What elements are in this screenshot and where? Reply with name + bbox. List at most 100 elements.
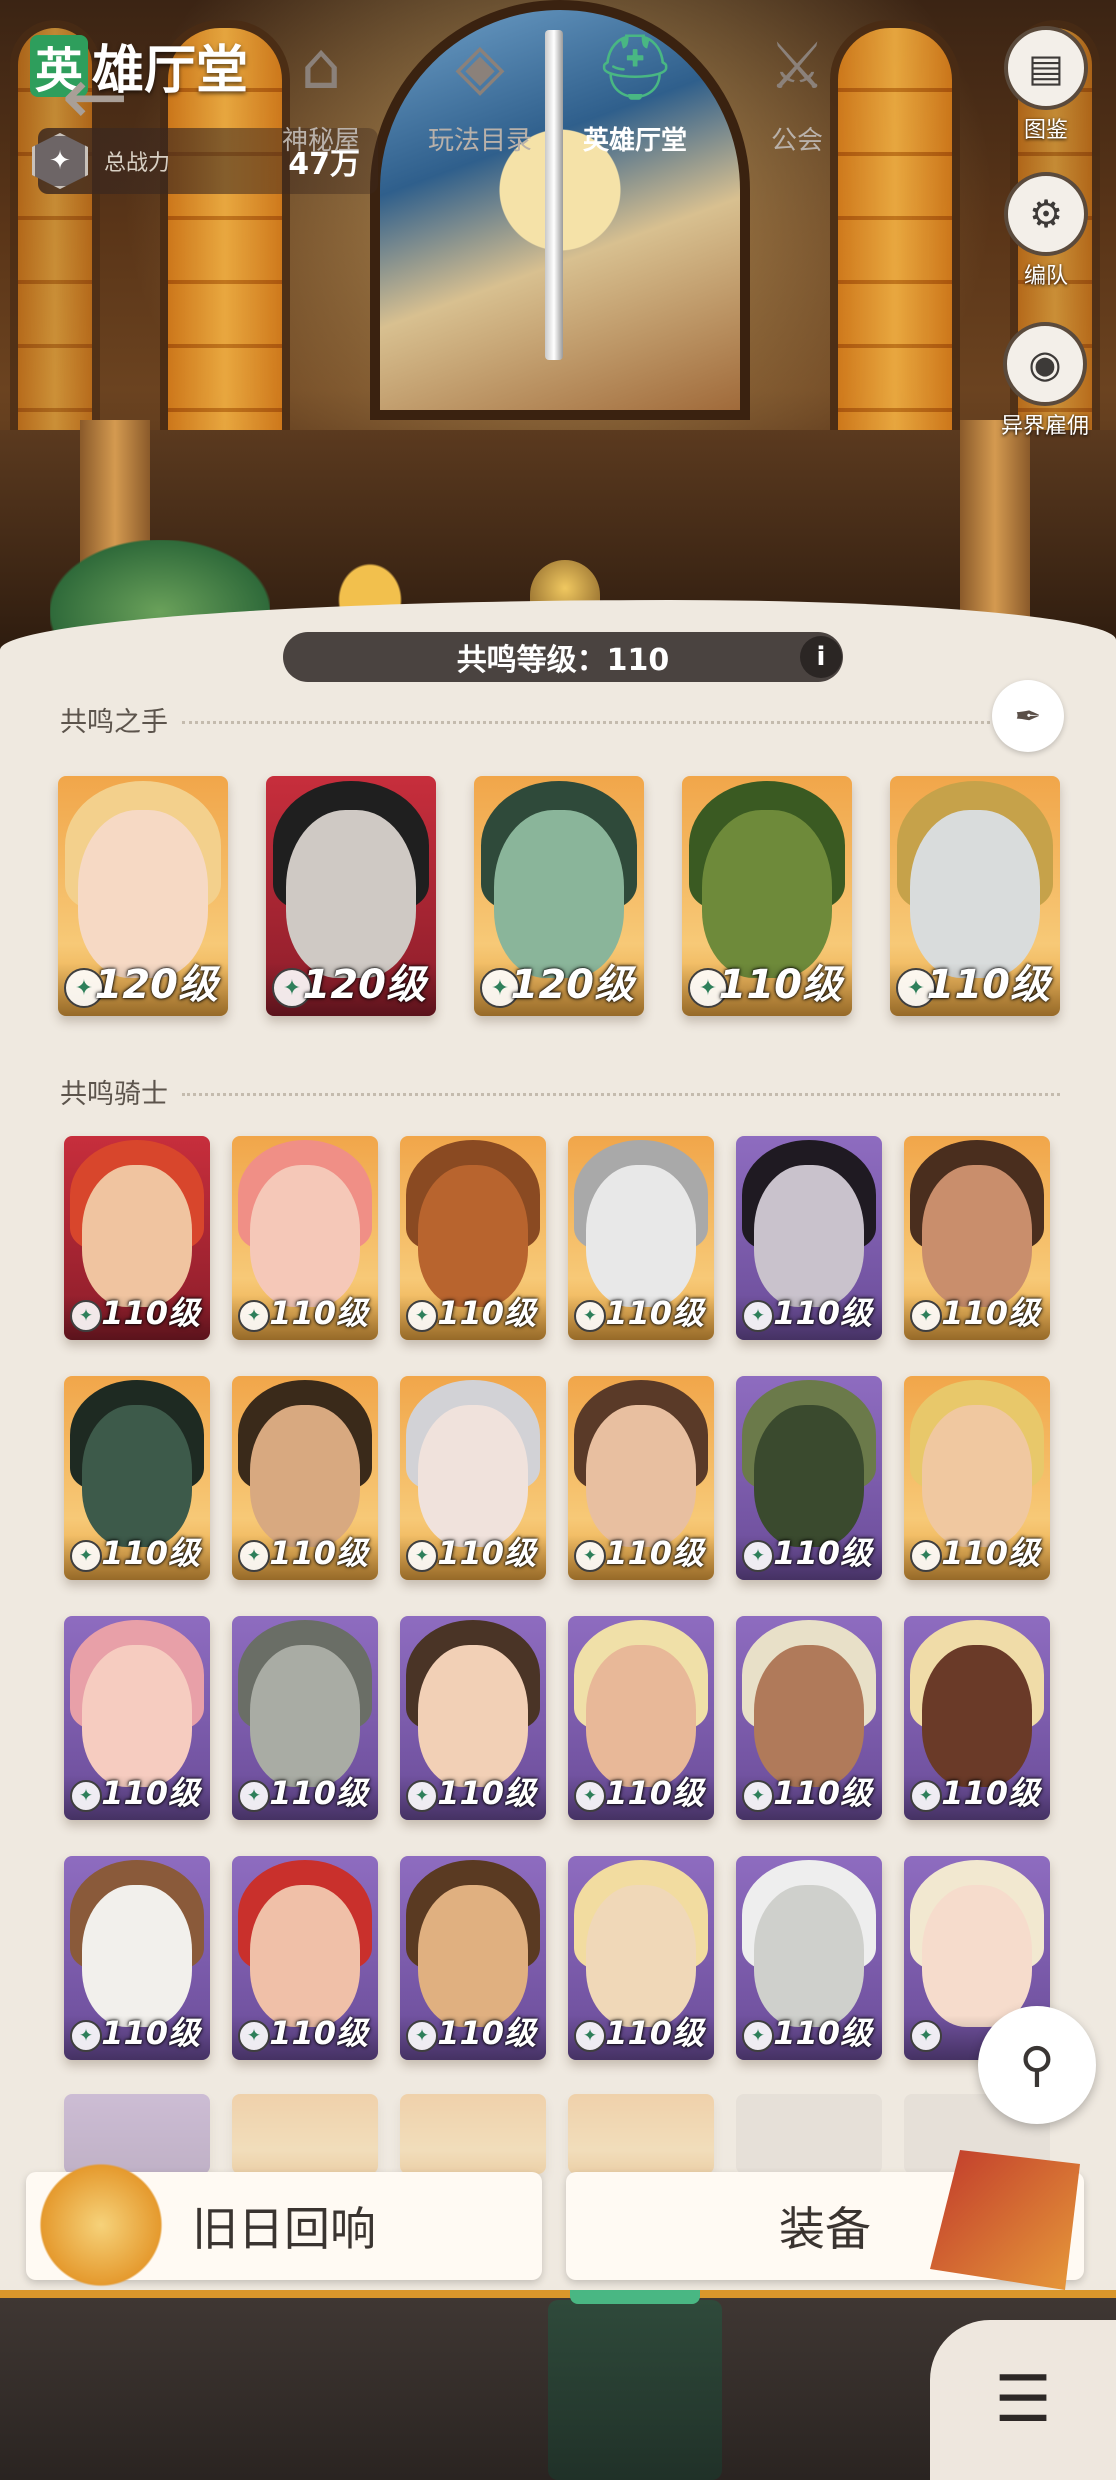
hero-level: 110级 <box>941 1294 1040 1332</box>
hero-portrait <box>753 1164 865 1308</box>
hero-level: 110级 <box>269 1534 368 1572</box>
hero-portrait <box>81 1404 193 1548</box>
hero-level: 120级 <box>510 962 635 1008</box>
class-icon: ✦ <box>238 2020 270 2052</box>
hero-card[interactable]: ✦ 110级 <box>736 1856 882 2060</box>
hire-button[interactable]: ◉ 异界雇佣 <box>990 322 1100 440</box>
hero-card[interactable]: ✦ 110级 <box>400 1616 546 1820</box>
class-icon: ✦ <box>910 1540 942 1572</box>
hero-card[interactable]: ✦ 110级 <box>232 1856 378 2060</box>
class-icon: ✦ <box>574 1540 606 1572</box>
hero-card[interactable]: ✦ 110级 <box>64 1856 210 2060</box>
hero-card[interactable]: ✦ 110级 <box>568 1376 714 1580</box>
menu-icon[interactable]: ☰ <box>930 2320 1116 2480</box>
book-icon: ▤ <box>1004 26 1088 110</box>
hero-level: 110级 <box>437 2014 536 2052</box>
hire-label: 异界雇佣 <box>1000 414 1089 439</box>
hero-card[interactable]: ✦ 110级 <box>232 1136 378 1340</box>
info-icon[interactable]: i <box>800 636 842 678</box>
hero-card[interactable]: ✦ 110级 <box>400 1376 546 1580</box>
hero-card[interactable]: ✦ 110级 <box>736 1376 882 1580</box>
section-hands-label: 共鸣之手 <box>60 707 168 738</box>
hero-level: 110级 <box>269 1774 368 1812</box>
codex-label: 图鉴 <box>1023 118 1068 143</box>
class-icon: ✦ <box>70 2020 102 2052</box>
power-label: 总战力 <box>104 151 171 176</box>
class-icon: ✦ <box>406 1300 438 1332</box>
back-button[interactable]: ← <box>30 50 160 143</box>
hero-level: 110级 <box>718 962 843 1008</box>
hero-level: 110级 <box>437 1774 536 1812</box>
filter-icon[interactable]: ⚲ <box>978 2006 1096 2124</box>
hero-card[interactable]: ✦ 110级 <box>736 1136 882 1340</box>
hero-card[interactable]: ✦ 110级 <box>400 1136 546 1340</box>
class-icon: ✦ <box>910 1780 942 1812</box>
nav-hero-hall[interactable]: ⛑ 英雄厅堂 <box>560 30 710 157</box>
class-icon: ✦ <box>574 2020 606 2052</box>
hero-card[interactable]: ✦ 110级 <box>232 1616 378 1820</box>
nav-label: 公会 <box>770 126 823 156</box>
codex-button[interactable]: ▤ 图鉴 <box>1002 26 1090 144</box>
hero-card-placeholder <box>232 2094 378 2174</box>
hero-card[interactable]: ✦ 120级 <box>58 776 228 1016</box>
hero-card[interactable]: ✦ 110级 <box>568 1136 714 1340</box>
hero-card[interactable]: ✦ 110级 <box>890 776 1060 1016</box>
hero-level: 110级 <box>101 1774 200 1812</box>
class-icon: ✦ <box>70 1540 102 1572</box>
hero-card[interactable]: ✦ 120级 <box>474 776 644 1016</box>
hero-card[interactable]: ✦ 110级 <box>64 1376 210 1580</box>
hero-card[interactable]: ✦ 110级 <box>568 1856 714 2060</box>
hero-portrait <box>585 1404 697 1548</box>
hero-portrait <box>921 1164 1033 1308</box>
diamond-grid-icon: ◈ <box>455 30 505 104</box>
hero-level: 110级 <box>605 1534 704 1572</box>
hire-icon: ◉ <box>1003 322 1087 406</box>
hero-card[interactable]: ✦ 110级 <box>904 1376 1050 1580</box>
nav-guild[interactable]: ⚔ 公会 <box>722 30 872 157</box>
hero-level: 110级 <box>773 2014 872 2052</box>
divider <box>182 1093 1060 1096</box>
hero-level: 110级 <box>926 962 1051 1008</box>
formation-label: 编队 <box>1023 264 1068 289</box>
hero-card[interactable]: ✦ 110级 <box>568 1616 714 1820</box>
section-knights-title: 共鸣骑士 <box>60 1072 1060 1111</box>
section-knights-label: 共鸣骑士 <box>60 1079 168 1110</box>
hero-card[interactable]: ✦ 120级 <box>266 776 436 1016</box>
formation-button[interactable]: ⚙ 编队 <box>1002 172 1090 290</box>
class-icon: ✦ <box>742 2020 774 2052</box>
hero-level: 110级 <box>269 2014 368 2052</box>
class-icon: ✦ <box>742 1780 774 1812</box>
hero-portrait <box>81 1884 193 2028</box>
hero-level: 120级 <box>94 962 219 1008</box>
hero-portrait <box>417 1644 529 1788</box>
hero-portrait <box>921 1884 1033 2028</box>
hero-card[interactable]: ✦ 110级 <box>736 1616 882 1820</box>
hero-card[interactable]: ✦ 110级 <box>904 1136 1050 1340</box>
nav-gameplay-catalog[interactable]: ◈ 玩法目录 <box>405 30 555 157</box>
class-icon: ✦ <box>910 2020 942 2052</box>
class-icon: ✦ <box>406 2020 438 2052</box>
back-arrow-icon: ← <box>61 50 129 143</box>
hero-card[interactable]: ✦ 110级 <box>682 776 852 1016</box>
hero-portrait <box>753 1404 865 1548</box>
hero-card[interactable]: ✦ 110级 <box>904 1616 1050 1820</box>
team-gear-icon: ⚙ <box>1004 172 1088 256</box>
nav-active-indicator <box>570 2290 700 2304</box>
nav-label: 玩法目录 <box>427 126 532 156</box>
helmet-icon: ⛑ <box>594 31 676 105</box>
section-hands-title: 共鸣之手 <box>60 700 990 739</box>
hero-level: 110级 <box>437 1294 536 1332</box>
class-icon: ✦ <box>574 1780 606 1812</box>
hero-level: 110级 <box>941 1534 1040 1572</box>
hero-portrait <box>417 1404 529 1548</box>
hero-card[interactable]: ✦ 110级 <box>232 1376 378 1580</box>
quill-icon[interactable]: ✒ <box>992 680 1064 752</box>
hero-level: 110级 <box>773 1774 872 1812</box>
hero-card[interactable]: ✦ 110级 <box>64 1616 210 1820</box>
nav-mystery-house[interactable]: ⌂ 神秘屋 <box>246 30 396 157</box>
class-icon: ✦ <box>742 1540 774 1572</box>
hero-card[interactable]: ✦ 110级 <box>64 1136 210 1340</box>
hero-portrait <box>753 1884 865 2028</box>
hero-portrait <box>249 1164 361 1308</box>
hero-card[interactable]: ✦ 110级 <box>400 1856 546 2060</box>
